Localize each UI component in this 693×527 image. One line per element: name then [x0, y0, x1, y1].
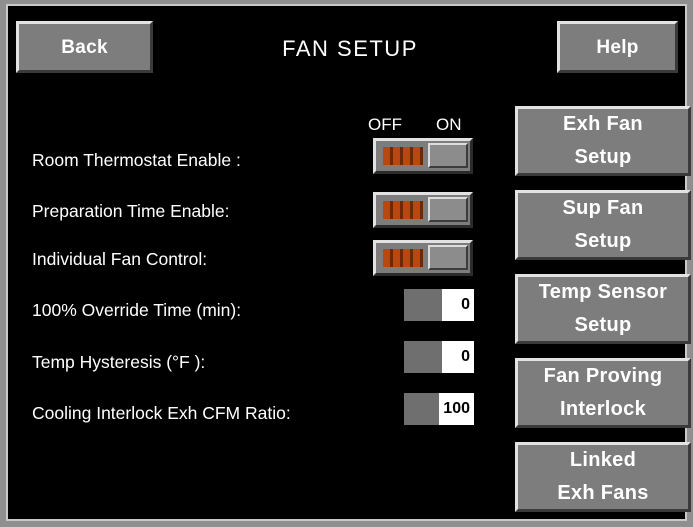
button-line-1: Linked [569, 449, 637, 471]
button-line-2: Setup [574, 314, 632, 336]
button-line-2: Setup [574, 146, 632, 168]
toggle-off-indicator [383, 201, 423, 219]
hysteresis-label: Temp Hysteresis (°F ): [32, 352, 206, 372]
button-line-1: Exh Fan [563, 113, 643, 135]
toggle-off-indicator [383, 249, 423, 267]
room-thermostat-toggle[interactable] [373, 138, 473, 174]
temp-sensor-setup-button[interactable]: Temp Sensor Setup [515, 274, 691, 344]
toggle-knob [428, 197, 468, 222]
button-line-2: Exh Fans [557, 482, 649, 504]
page-title: FAN SETUP [282, 36, 418, 61]
override-time-field[interactable]: 0 [404, 289, 474, 321]
linked-exh-fans-button[interactable]: Linked Exh Fans [515, 442, 691, 512]
button-line-1: Temp Sensor [538, 281, 668, 303]
help-button[interactable]: Help [557, 21, 678, 73]
individual-fan-label: Individual Fan Control: [32, 249, 208, 269]
override-time-value: 0 [442, 289, 474, 321]
room-thermostat-label: Room Thermostat Enable : [32, 150, 241, 170]
back-button[interactable]: Back [16, 21, 153, 73]
button-line-2: Interlock [559, 398, 647, 420]
fan-proving-interlock-button[interactable]: Fan Proving Interlock [515, 358, 691, 428]
toggle-off-label: OFF [368, 115, 402, 134]
cfm-ratio-label: Cooling Interlock Exh CFM Ratio: [32, 403, 291, 423]
cfm-ratio-value: 100 [439, 393, 474, 425]
override-time-label: 100% Override Time (min): [32, 300, 242, 320]
exh-fan-setup-button[interactable]: Exh Fan Setup [515, 106, 691, 176]
sup-fan-setup-button[interactable]: Sup Fan Setup [515, 190, 691, 260]
cfm-ratio-field[interactable]: 100 [404, 393, 474, 425]
toggle-knob [428, 245, 468, 270]
button-line-1: Fan Proving [543, 365, 663, 387]
toggle-off-indicator [383, 147, 423, 165]
prep-time-label: Preparation Time Enable: [32, 201, 230, 221]
prep-time-toggle[interactable] [373, 192, 473, 228]
button-line-2: Setup [574, 230, 632, 252]
toggle-knob [428, 143, 468, 168]
hysteresis-value: 0 [442, 341, 474, 373]
individual-fan-toggle[interactable] [373, 240, 473, 276]
button-line-1: Sup Fan [562, 197, 644, 219]
toggle-on-label: ON [436, 115, 462, 134]
hysteresis-field[interactable]: 0 [404, 341, 474, 373]
